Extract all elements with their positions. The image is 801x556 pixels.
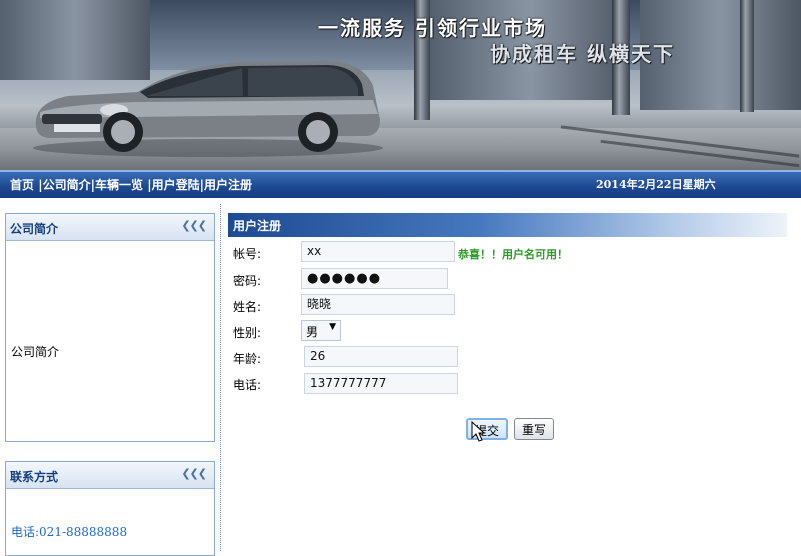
gender-select-value: 男 (306, 325, 319, 339)
password-label: 密码: (233, 274, 262, 288)
triple-chevron-left-icon[interactable]: ❮❮❮ (181, 467, 207, 480)
nav-link-login[interactable]: 用户登陆 (152, 178, 200, 192)
nav-link-register[interactable]: 用户注册 (204, 178, 252, 192)
nav-link-home[interactable]: 首页 (10, 178, 34, 192)
contact-phone: 电话:021-88888888 (11, 525, 128, 539)
account-input[interactable]: xx (301, 241, 455, 262)
top-nav-bar: 首页 |公司简介|车辆一览 |用户登陆|用户注册 2014年2月22日星期六 (0, 170, 801, 198)
current-date: 2014年2月22日星期六 (596, 178, 716, 191)
age-input[interactable]: 26 (304, 346, 458, 367)
register-form-header: 用户注册 (228, 213, 787, 237)
password-input[interactable]: ●●●●●● (301, 268, 448, 289)
age-label: 年龄: (233, 352, 262, 366)
caret-down-icon: ▼ (329, 322, 336, 332)
phone-input[interactable]: 1377777777 (304, 373, 458, 394)
nav-links: 首页 |公司简介|车辆一览 |用户登陆|用户注册 (10, 172, 252, 198)
column-divider (220, 204, 221, 551)
minivan-image (33, 61, 383, 157)
gender-label: 性别: (233, 326, 262, 340)
contact-panel-title: 联系方式 (10, 470, 59, 484)
name-label: 姓名: (233, 300, 262, 314)
phone-label: 电话: (233, 378, 262, 392)
company-intro-panel-header: 公司简介 ❮❮❮ (6, 214, 214, 241)
company-intro-panel: 公司简介 ❮❮❮ 公司简介 (5, 213, 215, 442)
contact-panel: 联系方式 ❮❮❮ 电话:021-88888888 (5, 461, 215, 556)
banner-slogan-line2: 协成租车 纵横天下 (490, 42, 675, 66)
mouse-pointer-icon (471, 421, 486, 442)
banner-column (740, 0, 754, 112)
account-label: 帐号: (233, 247, 262, 261)
nav-link-company-intro[interactable]: 公司简介 (43, 178, 91, 192)
account-available-message: 恭喜！！用户名可用！ (458, 248, 568, 261)
name-input[interactable]: 晓晓 (301, 294, 455, 315)
header-banner: 一流服务 引领行业市场 协成租车 纵横天下 (0, 0, 801, 170)
company-intro-panel-title: 公司简介 (10, 222, 59, 236)
contact-panel-header: 联系方式 ❮❮❮ (6, 462, 214, 489)
triple-chevron-left-icon[interactable]: ❮❮❮ (181, 219, 207, 232)
gender-select[interactable]: 男 ▼ (301, 320, 341, 341)
company-intro-text: 公司简介 (11, 345, 60, 359)
banner-slogan-line1: 一流服务 引领行业市场 (318, 16, 547, 40)
reset-button[interactable]: 重写 (514, 418, 555, 440)
register-form-title: 用户注册 (233, 219, 282, 233)
nav-link-vehicles[interactable]: 车辆一览 (95, 178, 143, 192)
